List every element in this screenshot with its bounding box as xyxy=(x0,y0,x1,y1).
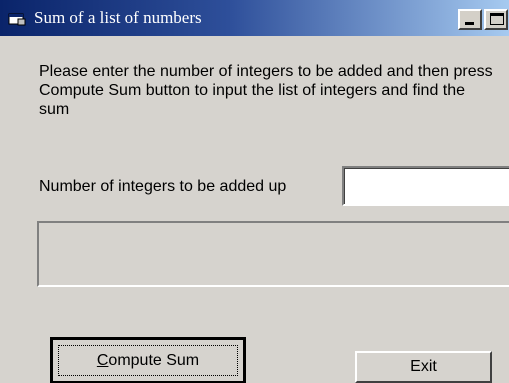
app-window-icon xyxy=(8,13,26,26)
minimize-icon xyxy=(465,22,474,25)
count-input[interactable] xyxy=(342,166,509,206)
compute-sum-focus-rect: Compute Sum xyxy=(58,345,238,376)
count-label: Number of integers to be added up xyxy=(39,178,287,195)
minimize-button[interactable] xyxy=(458,9,482,30)
result-display xyxy=(37,221,509,287)
compute-sum-button[interactable]: Compute Sum xyxy=(50,337,246,383)
exit-label: Exit xyxy=(410,358,437,375)
title-bar[interactable]: Sum of a list of numbers xyxy=(0,0,509,36)
window-title: Sum of a list of numbers xyxy=(34,8,202,27)
maximize-icon xyxy=(490,13,504,25)
instructions-text: Please enter the number of integers to b… xyxy=(39,63,493,118)
exit-button[interactable]: Exit xyxy=(355,351,492,383)
compute-sum-accelerator: C xyxy=(96,351,109,369)
compute-sum-label: ompute Sum xyxy=(108,351,200,369)
app-window: Sum of a list of numbers Please enter th… xyxy=(0,0,509,383)
maximize-button[interactable] xyxy=(484,9,508,30)
